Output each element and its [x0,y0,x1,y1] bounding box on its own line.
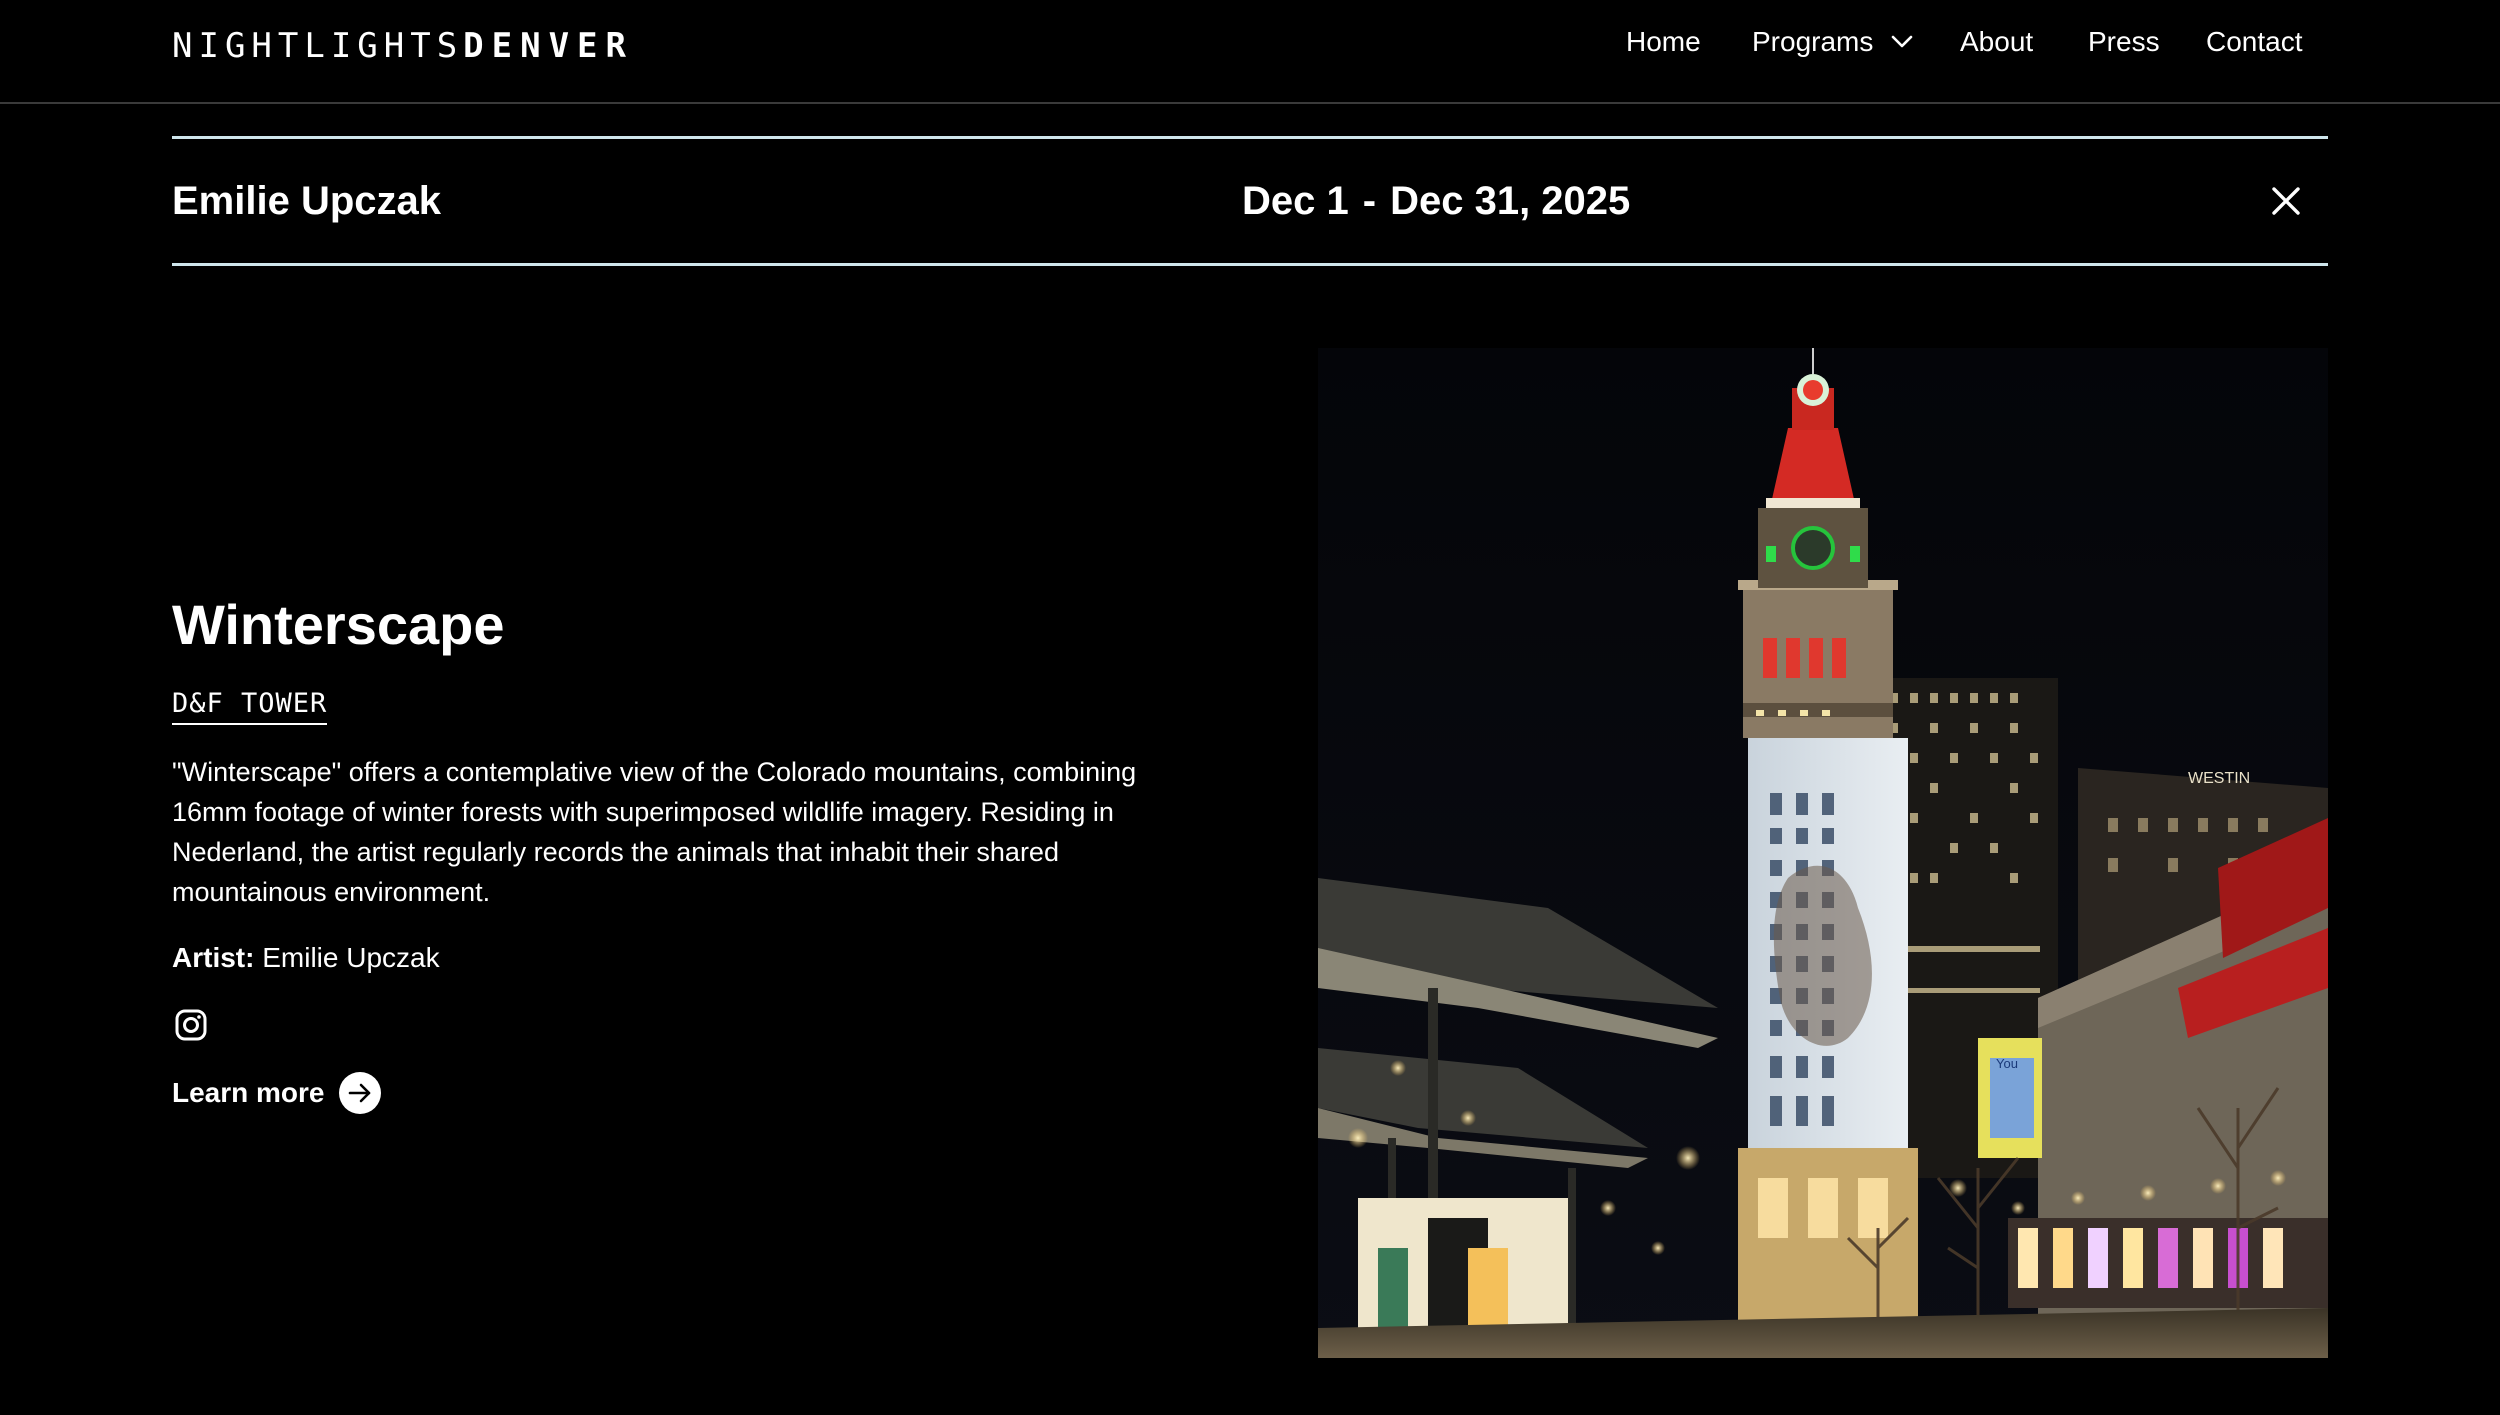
learn-more-link[interactable]: Learn more [172,1072,381,1114]
artwork-photo: WESTIN You [1318,348,2328,1358]
main-menu: Home Programs About Press Contact [1500,22,2500,66]
photo-sign-billboard: You [1996,1056,2018,1071]
chevron-down-icon [1892,35,1913,48]
artist-value: Emilie Upczak [262,942,440,973]
event-artist-name: Emilie Upczak [172,179,442,223]
event-date-range: Dec 1 - Dec 31, 2025 [1242,179,1630,224]
artwork-title: Winterscape [172,593,505,656]
photo-sign-westin: WESTIN [2188,770,2250,787]
event-date-start: Dec 1 [1242,179,1349,223]
top-navigation: NIGHTLIGHTS DENVER Home Programs About Pr… [0,0,2500,104]
nav-contact[interactable]: Contact [2206,26,2303,58]
event-date-separator: - [1362,179,1377,223]
nav-home[interactable]: Home [1626,26,1701,58]
logo-text-bold: DENVER [463,26,634,66]
site-logo[interactable]: NIGHTLIGHTS DENVER [172,26,634,66]
nav-programs[interactable]: Programs [1752,26,1913,58]
instagram-icon[interactable] [174,1008,208,1042]
event-header: Emilie Upczak Dec 1 - Dec 31, 2025 [172,136,2328,266]
arrow-right-icon [338,1072,381,1114]
event-date-end: Dec 31, 2025 [1390,179,1631,223]
nav-programs-label: Programs [1752,26,1874,57]
location-link[interactable]: D&F TOWER [172,688,328,725]
artwork-description: "Winterscape" offers a contemplative vie… [172,757,1137,907]
photo-night-scene: WESTIN You [1318,348,2328,1358]
learn-more-label: Learn more [172,1077,325,1108]
logo-text-light: NIGHTLIGHTS [172,26,464,66]
nav-about[interactable]: About [1960,26,2033,58]
close-icon[interactable] [2270,185,2302,217]
artist-credit: Artist: Emilie Upczak [172,942,440,974]
artist-label: Artist: [172,942,255,973]
nav-press[interactable]: Press [2088,26,2160,58]
